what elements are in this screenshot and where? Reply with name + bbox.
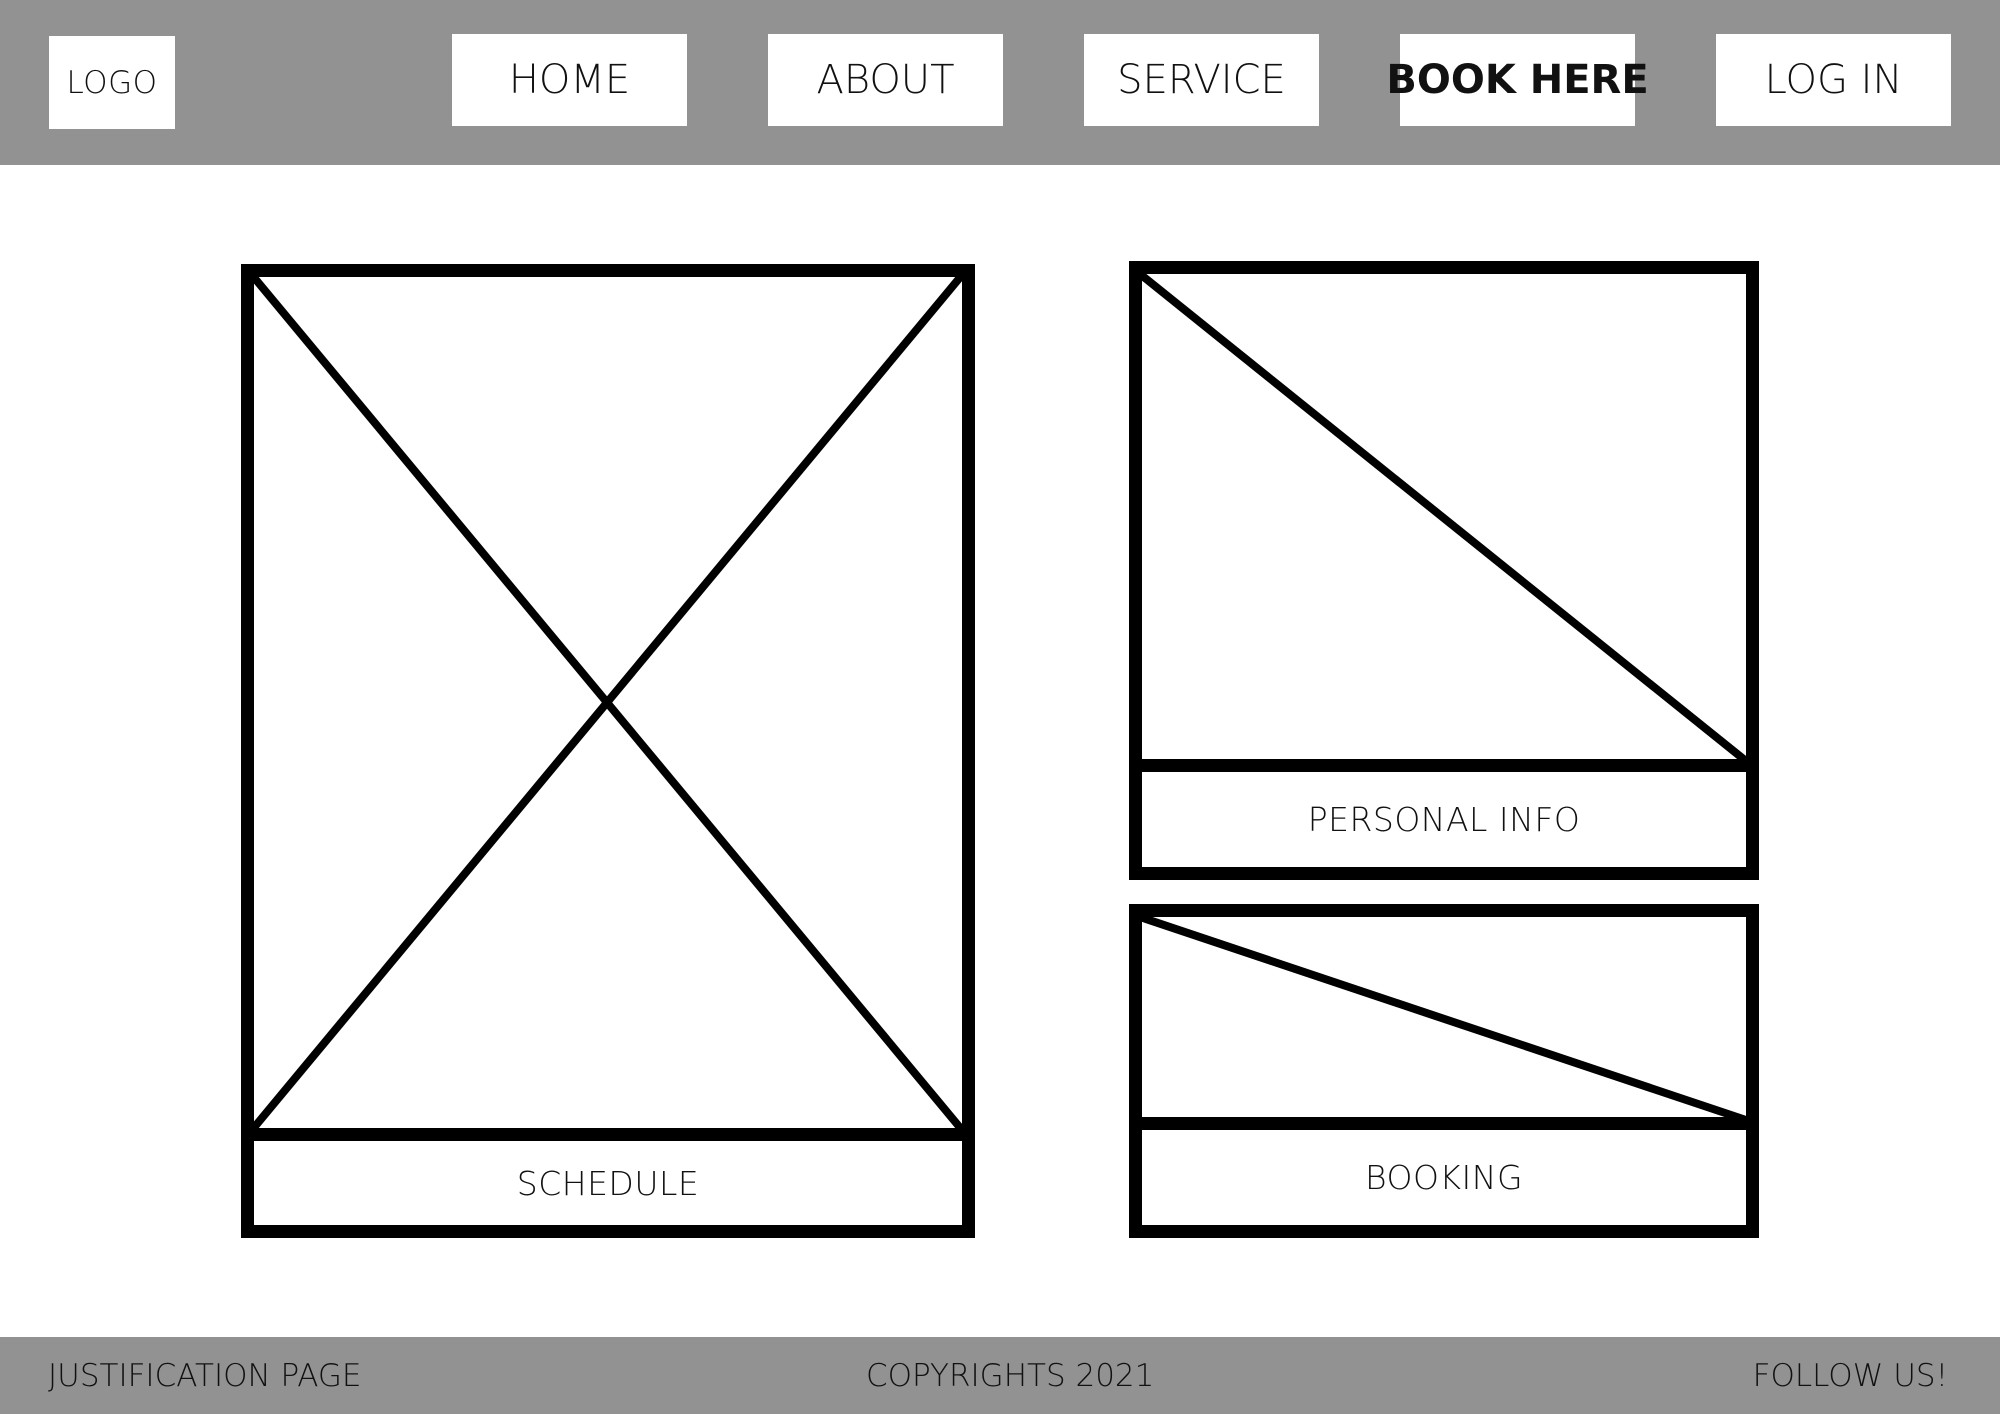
- footer-bar: JUSTIFICATION PAGE COPYRIGHTS 2021 FOLLO…: [0, 1337, 2000, 1414]
- justification-page-link[interactable]: JUSTIFICATION PAGE: [48, 1337, 362, 1414]
- booking-button[interactable]: BOOKING: [1129, 1117, 1759, 1238]
- follow-us-link[interactable]: FOLLOW US!: [1753, 1337, 1948, 1414]
- copyright-text: COPYRIGHTS 2021: [866, 1357, 1155, 1394]
